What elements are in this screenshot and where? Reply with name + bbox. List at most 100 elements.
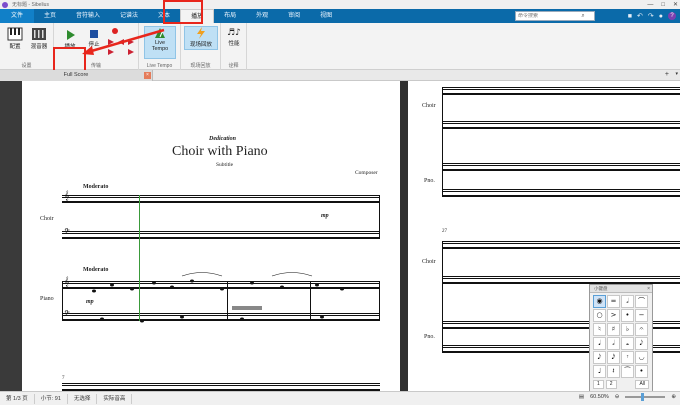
dynamic-marking[interactable]: mp: [321, 213, 329, 219]
search-icon[interactable]: ⌕: [578, 13, 588, 20]
tab-view[interactable]: 视图: [310, 9, 342, 23]
tab-list-icon[interactable]: ▾: [675, 71, 678, 77]
instrument-name-piano: Piano: [40, 296, 54, 302]
keypad-key[interactable]: •: [621, 309, 634, 322]
zoom-slider[interactable]: [625, 393, 666, 401]
keypad-key[interactable]: −: [635, 309, 648, 322]
help-icon[interactable]: ?: [668, 12, 676, 20]
keypad-key[interactable]: 𝄾: [621, 351, 634, 364]
keypad-key[interactable]: ⁀: [621, 365, 634, 378]
keypad-key[interactable]: ◉: [593, 295, 606, 308]
mixer-icon: [32, 28, 46, 40]
mixer-button[interactable]: 混音器: [27, 27, 51, 50]
minimize-icon[interactable]: —: [647, 2, 653, 8]
tab-home[interactable]: 主页: [34, 9, 66, 23]
keypad-key[interactable]: 𝅘𝅥: [593, 337, 606, 350]
dedication-text[interactable]: Dedication: [209, 136, 236, 142]
tab-notation[interactable]: 记谱法: [110, 9, 148, 23]
system-barline: [62, 281, 63, 321]
status-bar: 第 1/3 页 小节: 91 无选择 实际音高 ▤ 60.50% ⊖ ⊕: [0, 391, 680, 405]
bar-number-right: 27: [442, 229, 447, 234]
tab-note-input[interactable]: 音符输入: [66, 9, 110, 23]
keypad-tab-1[interactable]: 1: [593, 380, 604, 389]
staff-choir-treble[interactable]: [62, 195, 380, 203]
tab-layout[interactable]: 布局: [214, 9, 246, 23]
instrument-name-pno: Pno.: [424, 178, 435, 184]
staff-r4[interactable]: [442, 189, 680, 197]
performance-button[interactable]: ♬♪ 性能: [223, 28, 245, 47]
command-search[interactable]: ⌕: [515, 11, 595, 21]
close-keypad-icon[interactable]: ×: [647, 285, 650, 293]
keypad-key[interactable]: 𝅝: [621, 337, 634, 350]
keypad-key[interactable]: 𝅗𝅥: [621, 295, 634, 308]
save-icon[interactable]: ■: [628, 13, 632, 20]
keypad-key[interactable]: ◡: [635, 351, 648, 364]
keypad-key[interactable]: ♩: [593, 365, 606, 378]
staff-r3[interactable]: [442, 163, 680, 171]
user-icon[interactable]: ●: [659, 13, 663, 20]
lightning-icon: [197, 27, 205, 39]
annotation-arrow: [82, 28, 165, 55]
composer-text[interactable]: Composer: [355, 170, 378, 176]
keypad-key[interactable]: ♮: [593, 323, 606, 336]
zoom-slider-knob[interactable]: [641, 393, 645, 401]
staff-r6[interactable]: [442, 276, 680, 284]
zoom-in-icon[interactable]: ⊕: [671, 394, 676, 400]
tempo-marking[interactable]: Moderato: [83, 184, 108, 190]
tab-file[interactable]: 文件: [0, 9, 34, 23]
keypad-key[interactable]: ♯: [607, 323, 620, 336]
instrument-name-choir-2: Choir: [422, 103, 436, 109]
keypad-key[interactable]: 𝄽: [607, 365, 620, 378]
zoom-controls: ▤ 60.50% ⊖ ⊕: [579, 393, 676, 401]
close-tab-icon[interactable]: ×: [144, 72, 151, 79]
score-title[interactable]: Choir with Piano: [172, 144, 268, 160]
keypad-key[interactable]: 𝅘𝅥𝅮: [593, 351, 606, 364]
performance-label: 性能: [228, 41, 240, 47]
search-input[interactable]: [518, 13, 578, 19]
redo-icon[interactable]: ↷: [648, 12, 654, 20]
live-playback-button[interactable]: 现场回放: [184, 26, 218, 50]
score-canvas[interactable]: Dedication Choir with Piano Subtitle Com…: [0, 81, 680, 391]
status-bars: 小节: 91: [35, 393, 68, 404]
undo-icon[interactable]: ↶: [637, 12, 643, 20]
zoom-out-icon[interactable]: ⊖: [615, 394, 620, 400]
keypad-key[interactable]: ♭: [621, 323, 634, 336]
group-setup: 配置 混音器 设置: [0, 23, 54, 70]
score-page-1[interactable]: Dedication Choir with Piano Subtitle Com…: [22, 81, 400, 391]
keypad-key[interactable]: ═: [607, 295, 620, 308]
barline: [379, 195, 380, 239]
configuration-button[interactable]: 配置: [4, 27, 26, 50]
keypad-key[interactable]: 𝅘𝅥𝅯: [607, 351, 620, 364]
quick-access: ■ ↶ ↷ ● ?: [628, 11, 676, 21]
tab-full-score[interactable]: Full Score: [0, 70, 153, 81]
keypad-title: 小键盘 ×: [590, 285, 652, 293]
keypad-key[interactable]: 𝄐: [635, 323, 648, 336]
tab-review[interactable]: 审阅: [278, 9, 310, 23]
maximize-icon[interactable]: □: [661, 2, 665, 8]
keypad-tab-2[interactable]: 2: [605, 380, 617, 389]
play-icon: [67, 30, 75, 40]
keypad-grid: ◉ ═ 𝅗𝅥 ⌒ ○ > • − ♮ ♯ ♭ 𝄐 𝅘𝅥 𝅗𝅥 𝅝 𝅘𝅥𝅮 𝅘𝅥𝅮…: [590, 293, 652, 380]
keypad-key[interactable]: ⌒: [635, 295, 648, 308]
staff-r5[interactable]: [442, 241, 680, 249]
keypad-key[interactable]: ○: [593, 309, 606, 322]
keypad-tab-all[interactable]: All: [635, 380, 649, 389]
staff-r1[interactable]: [442, 87, 680, 95]
notes-icon: ♬♪: [227, 28, 241, 38]
status-pitch[interactable]: 实际音高: [97, 393, 133, 404]
keypad-panel[interactable]: 小键盘 × ◉ ═ 𝅗𝅥 ⌒ ○ > • − ♮ ♯ ♭ 𝄐 𝅘𝅥 𝅗𝅥 𝅝 𝅘…: [589, 284, 653, 395]
keypad-key[interactable]: 𝅘𝅥𝅮: [635, 337, 648, 350]
close-icon[interactable]: ✕: [673, 1, 678, 8]
piano-notes[interactable]: [82, 271, 382, 331]
staff-choir-bass[interactable]: [62, 231, 380, 239]
group-live-playback-label: 现场回放: [190, 63, 211, 69]
view-mode-icon[interactable]: ▤: [579, 394, 584, 400]
keypad-key[interactable]: >: [607, 309, 620, 322]
staff-r2[interactable]: [442, 121, 680, 129]
staff-next-system[interactable]: [62, 383, 380, 391]
keypad-key[interactable]: •: [635, 365, 648, 378]
add-tab-icon[interactable]: +: [665, 71, 669, 78]
keypad-key[interactable]: 𝅗𝅥: [607, 337, 620, 350]
score-subtitle[interactable]: Subtitle: [216, 162, 233, 168]
tab-appearance[interactable]: 外观: [246, 9, 278, 23]
